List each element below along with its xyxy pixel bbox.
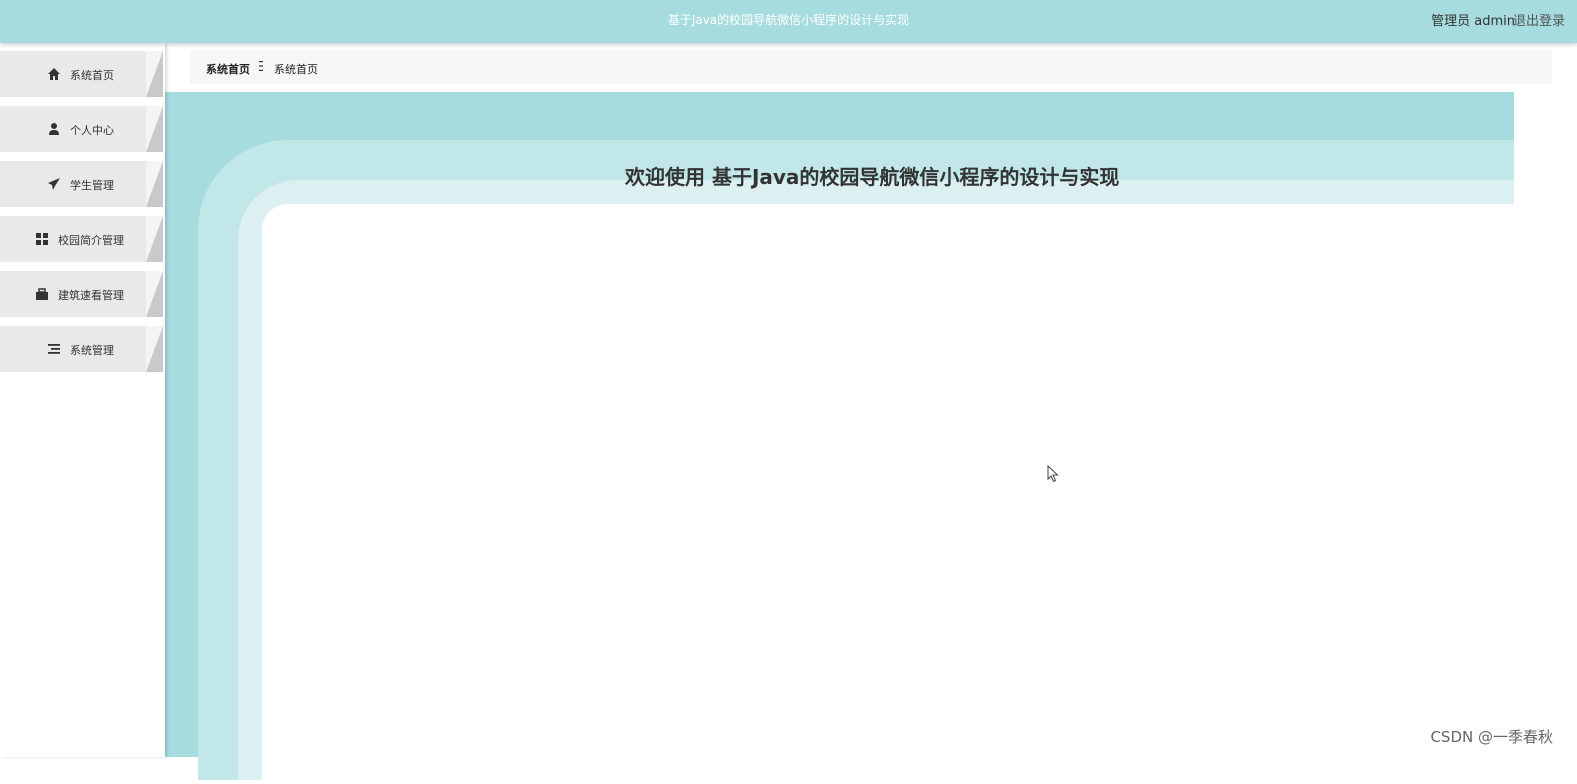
logout-link[interactable]: 退出登录 [1513,10,1565,29]
sidebar-item-building-overview[interactable]: 建筑速看管理 [0,271,163,317]
main-content: 欢迎使用 基于Java的校园导航微信小程序的设计与实现 [165,92,1577,784]
sidebar-item-label: 校园简介管理 [58,234,124,247]
breadcrumb: 系统首页 系统首页 [190,50,1552,84]
welcome-heading: 欢迎使用 基于Java的校园导航微信小程序的设计与实现 [625,165,1120,189]
watermark: CSDN @一季春秋 [1430,728,1553,746]
sidebar-item-label: 系统管理 [70,344,114,357]
sidebar-item-campus-intro[interactable]: 校园简介管理 [0,216,163,262]
sidebar: 系统首页 个人中心 学生管理 校园简介管理 建筑速看管理 系统管理 [0,43,165,757]
sidebar-item-label: 学生管理 [70,179,114,192]
user-label: 管理员 admin [1431,14,1515,29]
paper-plane-icon [48,178,60,190]
sidebar-item-system-management[interactable]: 系统管理 [0,326,163,372]
list-icon [48,344,60,354]
sidebar-item-label: 建筑速看管理 [58,289,124,302]
grid-icon [36,233,48,245]
home-icon [48,68,60,80]
breadcrumb-current: 系统首页 [274,63,318,76]
mouse-cursor-icon [1047,465,1059,483]
app-title: 基于Java的校园导航微信小程序的设计与实现 [667,13,910,27]
breadcrumb-separator-icon [259,61,263,71]
top-header: 基于Java的校园导航微信小程序的设计与实现 管理员 admin 退出登录 [0,0,1577,43]
user-icon [49,123,59,135]
breadcrumb-home[interactable]: 系统首页 [206,61,250,77]
sidebar-item-personal-center[interactable]: 个人中心 [0,106,163,152]
sidebar-item-home[interactable]: 系统首页 [0,51,163,97]
sidebar-item-label: 个人中心 [70,124,114,137]
briefcase-icon [36,288,48,300]
content-panel [262,204,1577,784]
sidebar-item-label: 系统首页 [70,69,114,82]
sidebar-item-student-management[interactable]: 学生管理 [0,161,163,207]
